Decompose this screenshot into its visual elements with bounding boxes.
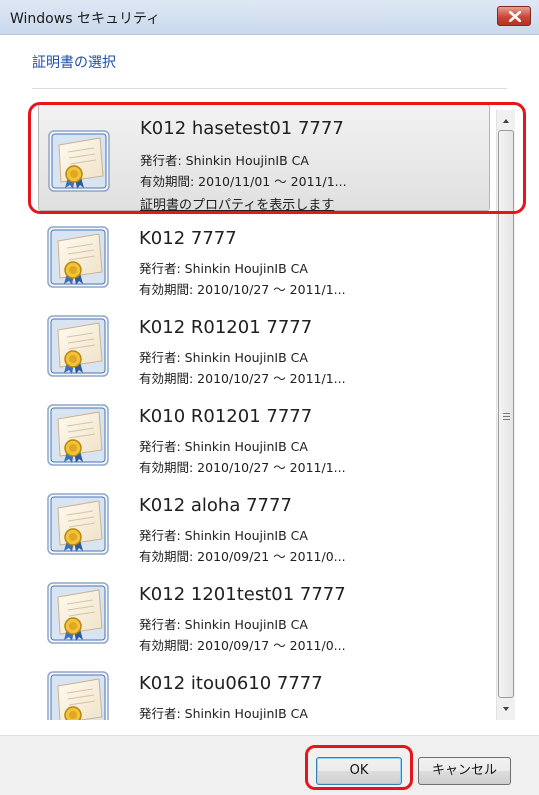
certificate-name: K012 itou0610 7777: [139, 673, 323, 694]
certificate-validity: 有効期間: 2010/10/27 ～ 2011/1...: [139, 460, 346, 475]
grip-icon: [503, 413, 510, 422]
close-button[interactable]: [497, 6, 531, 26]
certificate-issuer: 発行者: Shinkin HoujinIB CA: [139, 439, 308, 454]
certificate-icon: [47, 226, 109, 292]
certificate-icon: [47, 315, 109, 381]
selection-highlight-annotation: [28, 102, 526, 214]
certificate-item-2[interactable]: K012 7777 発行者: Shinkin HoujinIB CA 有効期間:…: [38, 220, 490, 306]
certificate-name: K012 R01201 7777: [139, 317, 313, 338]
title-bar: Windows セキュリティ: [0, 0, 539, 35]
scroll-thumb[interactable]: [498, 130, 514, 698]
cancel-button[interactable]: キャンセル: [418, 757, 511, 785]
certificate-item-6[interactable]: K012 1201test01 7777 発行者: Shinkin Houjin…: [38, 576, 490, 662]
dialog-subtitle: 証明書の選択: [32, 55, 116, 71]
certificate-validity: 有効期間: 2010/09/17 ～ 2011/0...: [139, 638, 346, 653]
certificate-icon: [47, 404, 109, 470]
certificate-validity: 有効期間: 2010/10/27 ～ 2011/1...: [139, 282, 346, 297]
close-icon: [509, 11, 521, 22]
ok-highlight-annotation: [305, 745, 413, 790]
certificate-icon: [47, 582, 109, 648]
certificate-validity: 有効期間: 2010/09/21 ～ 2011/0...: [139, 549, 346, 564]
chevron-down-icon: [503, 707, 509, 711]
window-title: Windows セキュリティ: [10, 11, 161, 27]
dialog-footer: OK キャンセル: [0, 735, 539, 795]
certificate-issuer: 発行者: Shinkin HoujinIB CA: [139, 617, 308, 632]
certificate-validity: 有効期間: 2010/10/27 ～ 2011/1...: [139, 371, 346, 386]
certificate-name: K012 1201test01 7777: [139, 584, 346, 605]
certificate-issuer: 発行者: Shinkin HoujinIB CA: [139, 528, 308, 543]
certificate-item-3[interactable]: K012 R01201 7777 発行者: Shinkin HoujinIB C…: [38, 309, 490, 395]
certificate-issuer: 発行者: Shinkin HoujinIB CA: [139, 350, 308, 365]
certificate-name: K010 R01201 7777: [139, 406, 313, 427]
certificate-name: K012 7777: [139, 228, 237, 249]
certificate-item-7[interactable]: K012 itou0610 7777 発行者: Shinkin HoujinIB…: [38, 665, 490, 720]
certificate-item-4[interactable]: K010 R01201 7777 発行者: Shinkin HoujinIB C…: [38, 398, 490, 484]
certificate-issuer: 発行者: Shinkin HoujinIB CA: [139, 261, 308, 276]
certificate-name: K012 aloha 7777: [139, 495, 292, 516]
separator: [32, 88, 507, 89]
certificate-issuer: 発行者: Shinkin HoujinIB CA: [139, 706, 308, 720]
certificate-item-5[interactable]: K012 aloha 7777 発行者: Shinkin HoujinIB CA…: [38, 487, 490, 573]
certificate-icon: [47, 493, 109, 559]
certificate-icon: [47, 671, 109, 720]
scroll-down-button[interactable]: [497, 700, 515, 718]
